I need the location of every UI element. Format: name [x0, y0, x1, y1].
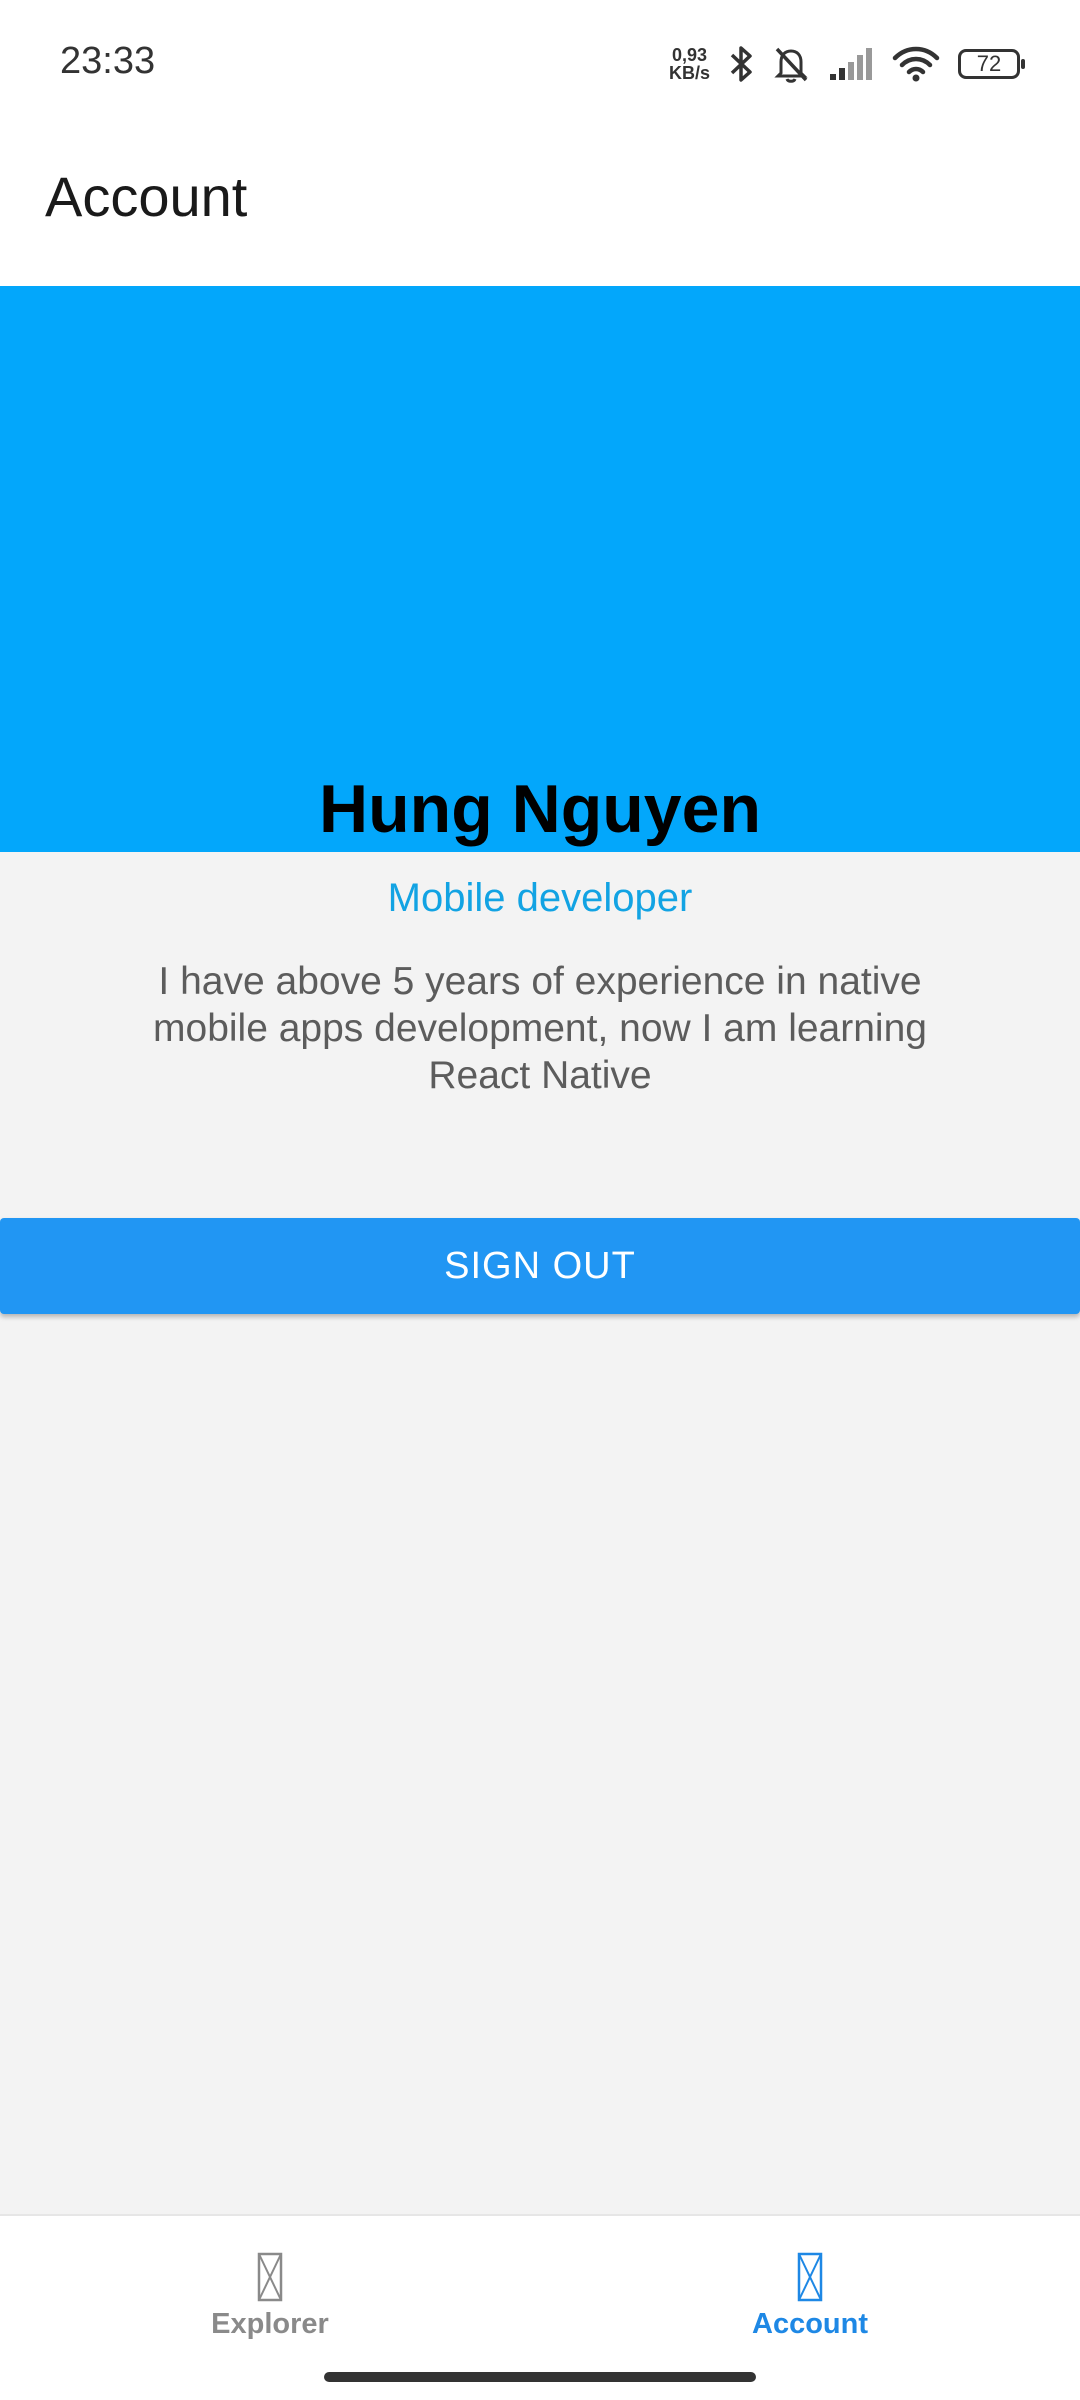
profile-banner	[0, 286, 1080, 852]
profile-role: Mobile developer	[387, 876, 693, 920]
placeholder-icon	[257, 2252, 283, 2302]
profile-name: Hung Nguyen	[319, 771, 761, 847]
battery-level: 72	[976, 51, 1002, 76]
battery-icon: 72	[958, 49, 1025, 79]
network-speed: 0,93 KB/s	[669, 46, 710, 82]
home-indicator[interactable]	[324, 2372, 756, 2382]
profile-bio: I have above 5 years of experience in na…	[153, 960, 927, 1097]
bluetooth-icon	[730, 46, 752, 82]
tab-account-label: Account	[752, 2308, 868, 2340]
status-bar: 23:33 0,93 KB/s 72	[0, 0, 1080, 128]
placeholder-icon	[797, 2252, 823, 2302]
network-speed-value: 0,93	[671, 45, 708, 65]
tab-explorer[interactable]: Explorer	[170, 2252, 370, 2341]
page-title: Account	[45, 165, 248, 228]
status-time: 23:33	[60, 40, 156, 82]
tab-account[interactable]: Account	[710, 2252, 910, 2341]
tab-explorer-label: Explorer	[211, 2308, 329, 2340]
sign-out-button[interactable]: SIGN OUT	[0, 1218, 1080, 1314]
cellular-signal-icon	[830, 48, 872, 80]
status-icons: 0,93 KB/s 72	[669, 40, 1025, 88]
wifi-icon	[892, 46, 940, 82]
bell-muted-icon	[774, 47, 808, 83]
app-header: Account	[0, 128, 1080, 286]
network-speed-unit: KB/s	[668, 63, 710, 83]
